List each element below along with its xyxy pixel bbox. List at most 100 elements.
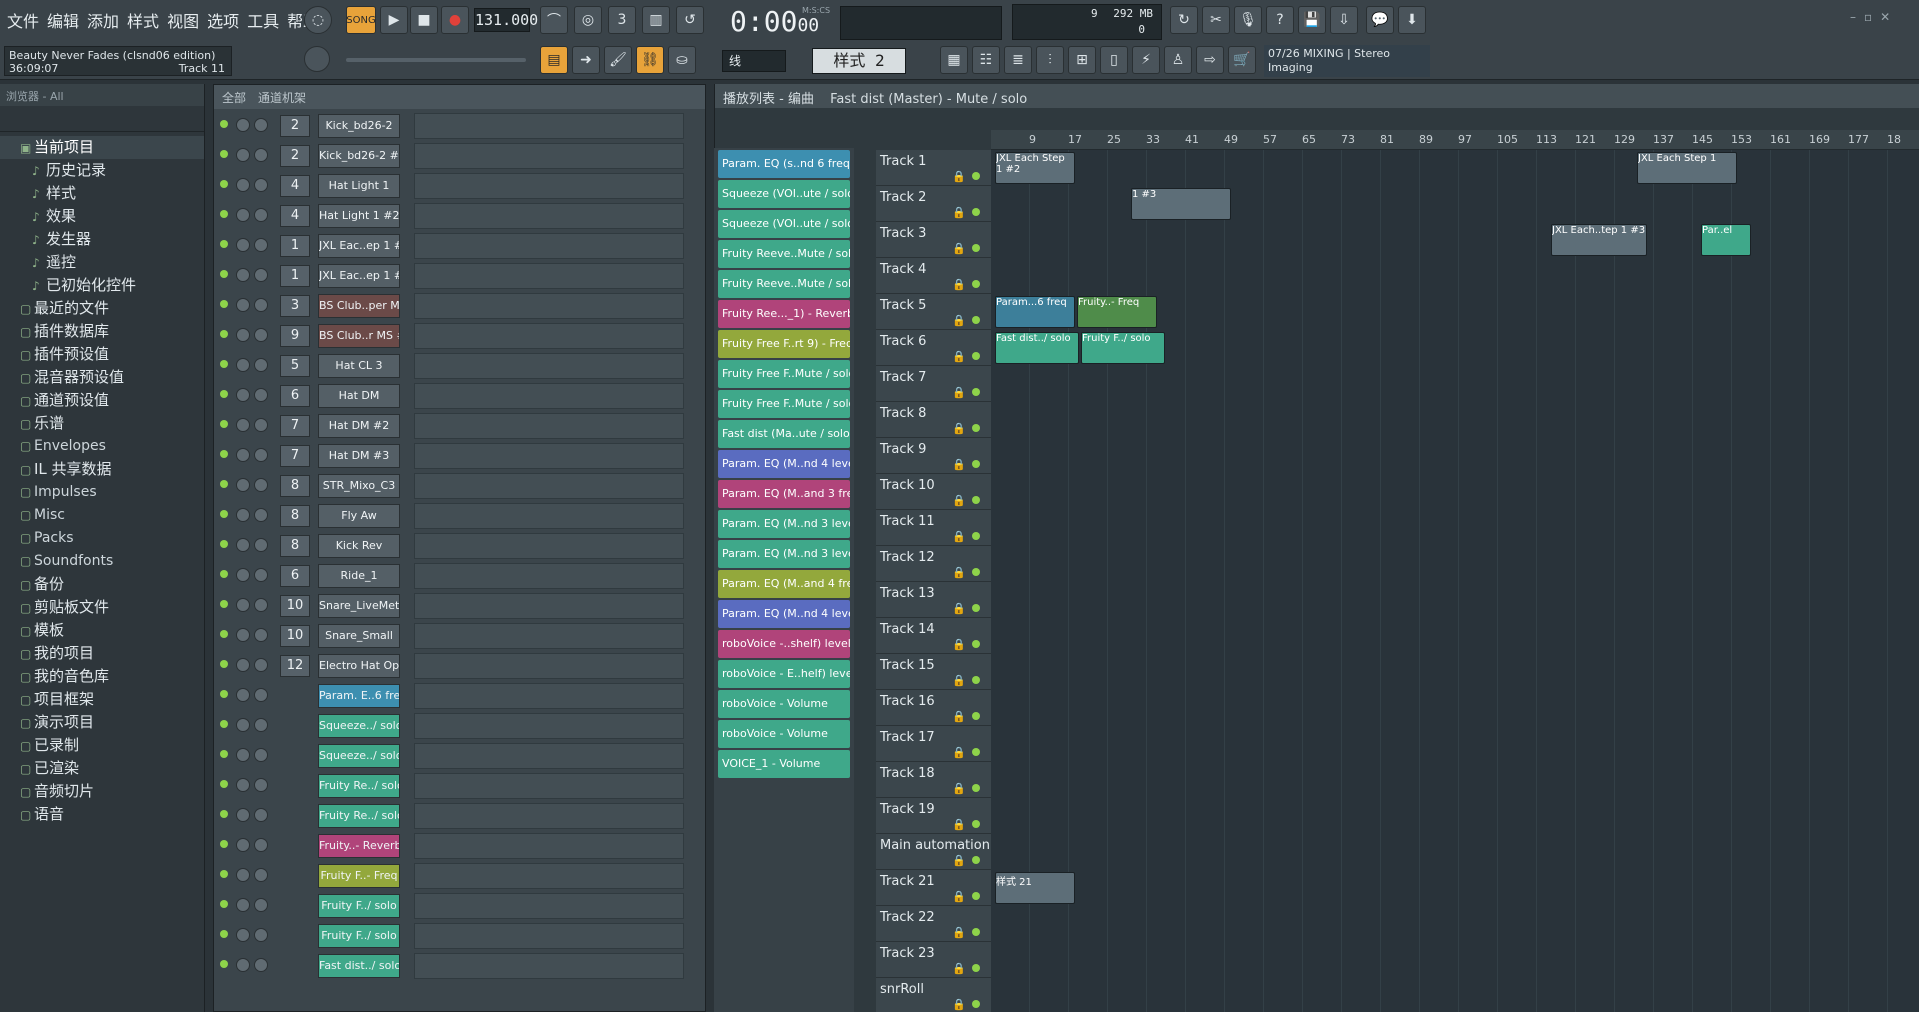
channel-pan-knob[interactable] <box>236 598 250 612</box>
channel-row[interactable]: 8 Kick Rev <box>214 531 707 561</box>
master-volume-knob[interactable] <box>304 46 330 72</box>
channel-name-button[interactable]: Squeeze../ solo <box>318 714 400 738</box>
channel-pan-knob[interactable] <box>236 208 250 222</box>
track-header[interactable]: Track 23 🔒 <box>876 942 991 978</box>
channel-mute-led[interactable] <box>220 840 228 848</box>
channel-pan-knob[interactable] <box>236 298 250 312</box>
channel-step-area[interactable] <box>414 263 684 289</box>
browser-item[interactable]: ▢ 演示项目 <box>0 711 204 734</box>
channel-volume-knob[interactable] <box>254 778 268 792</box>
channel-row[interactable]: Fruity F../ solo <box>214 921 707 951</box>
browser-item[interactable]: ♪ 发生器 <box>0 228 204 251</box>
track-header[interactable]: Track 5 🔒 <box>876 294 991 330</box>
channel-step-area[interactable] <box>414 773 684 799</box>
loop-record-icon[interactable]: ↺ <box>676 6 704 34</box>
automation-clip-item[interactable]: VOICE_1 - Volume <box>718 750 850 778</box>
channel-pan-knob[interactable] <box>236 718 250 732</box>
arrow-tool-icon[interactable]: ➜ <box>572 46 600 74</box>
browser-icon[interactable]: ⊞ <box>1068 46 1096 74</box>
rack-filter[interactable]: 全部 <box>222 89 246 105</box>
browser-item[interactable]: ▢ 我的项目 <box>0 642 204 665</box>
channel-volume-knob[interactable] <box>254 328 268 342</box>
channel-volume-knob[interactable] <box>254 718 268 732</box>
channel-pan-knob[interactable] <box>236 418 250 432</box>
channel-mute-led[interactable] <box>220 330 228 338</box>
cut-icon[interactable]: ✂ <box>1202 6 1230 34</box>
channel-mute-led[interactable] <box>220 810 228 818</box>
mixer-icon[interactable]: ☷ <box>972 46 1000 74</box>
browser-item[interactable]: ♪ 样式 <box>0 182 204 205</box>
channel-volume-knob[interactable] <box>254 628 268 642</box>
track-enable-led[interactable] <box>972 748 980 756</box>
track-header[interactable]: Track 10 🔒 <box>876 474 991 510</box>
browser-item[interactable]: ▢ 已录制 <box>0 734 204 757</box>
channel-mute-led[interactable] <box>220 150 228 158</box>
channel-step-area[interactable] <box>414 383 684 409</box>
playlist-clip[interactable]: JXL Each..tep 1 #3 <box>1551 224 1647 256</box>
channel-name-button[interactable]: Fruity F../ solo <box>318 924 400 948</box>
track-enable-led[interactable] <box>972 604 980 612</box>
channel-name-button[interactable]: Fruity..- Reverb <box>318 834 400 858</box>
channel-pan-knob[interactable] <box>236 688 250 702</box>
automation-clip-item[interactable]: roboVoice - Volume <box>718 720 850 748</box>
menu-tools[interactable]: 工具 <box>244 8 282 32</box>
browser-item[interactable]: ▢ 我的音色库 <box>0 665 204 688</box>
channel-mute-led[interactable] <box>220 900 228 908</box>
channel-mute-led[interactable] <box>220 210 228 218</box>
channel-mute-led[interactable] <box>220 570 228 578</box>
browser-item[interactable]: ▣ 当前项目 <box>0 136 204 159</box>
channel-pan-knob[interactable] <box>236 448 250 462</box>
channel-name-button[interactable]: Hat DM <box>318 384 400 408</box>
chat-icon[interactable]: 💬 <box>1366 6 1394 34</box>
mic-icon[interactable]: 🎙 <box>1234 6 1262 34</box>
automation-clip-item[interactable]: Squeeze (VOI..ute / solo <box>718 210 850 238</box>
channel-name-button[interactable]: Kick_bd26-2 #2 <box>318 144 400 168</box>
track-header[interactable]: Track 21 🔒 <box>876 870 991 906</box>
brush-tool-icon[interactable]: 🖌 <box>604 46 632 74</box>
channel-row[interactable]: 12 Electro Hat Op 1 <box>214 651 707 681</box>
track-enable-led[interactable] <box>972 784 980 792</box>
channel-mute-led[interactable] <box>220 960 228 968</box>
track-header[interactable]: snrRoll 🔒 <box>876 978 991 1012</box>
channel-pan-knob[interactable] <box>236 238 250 252</box>
channel-pan-knob[interactable] <box>236 778 250 792</box>
channel-step-area[interactable] <box>414 683 684 709</box>
channel-volume-knob[interactable] <box>254 448 268 462</box>
channel-row[interactable]: 10 Snare_Small <box>214 621 707 651</box>
track-enable-led[interactable] <box>972 856 980 864</box>
automation-clip-item[interactable]: Fruity Reeve..Mute / solo <box>718 240 850 268</box>
channel-row[interactable]: Squeeze../ solo <box>214 711 707 741</box>
channel-step-area[interactable] <box>414 803 684 829</box>
browser-item[interactable]: ▢ 混音器预设值 <box>0 366 204 389</box>
browser-item[interactable]: ▢ Impulses <box>0 481 204 504</box>
channel-row[interactable]: 8 STR_Mixo_C3 <box>214 471 707 501</box>
automation-clip-item[interactable]: Param. EQ (M..nd 4 level <box>718 450 850 478</box>
channel-row[interactable]: 8 Fly Aw <box>214 501 707 531</box>
mixer-sliders-icon[interactable]: ⫶ <box>1036 46 1064 74</box>
browser-item[interactable]: ▢ Packs <box>0 527 204 550</box>
channel-volume-knob[interactable] <box>254 958 268 972</box>
channel-pan-knob[interactable] <box>236 388 250 402</box>
channel-mute-led[interactable] <box>220 600 228 608</box>
channel-pan-knob[interactable] <box>236 658 250 672</box>
channel-mixer-track[interactable]: 4 <box>280 175 310 197</box>
channel-pan-knob[interactable] <box>236 628 250 642</box>
step-edit-icon[interactable]: ▥ <box>642 6 670 34</box>
channel-name-button[interactable]: Param. E..6 freq <box>318 684 400 708</box>
channel-volume-knob[interactable] <box>254 418 268 432</box>
automation-clip-item[interactable]: Fruity Free F..rt 9) - Freq <box>718 330 850 358</box>
browser-item[interactable]: ♪ 已初始化控件 <box>0 274 204 297</box>
channel-step-area[interactable] <box>414 473 684 499</box>
track-header[interactable]: Track 7 🔒 <box>876 366 991 402</box>
lock-icon[interactable]: 🔒 <box>952 242 966 255</box>
browser-item[interactable]: ▢ Envelopes <box>0 435 204 458</box>
channel-mute-led[interactable] <box>220 390 228 398</box>
track-header[interactable]: Track 2 🔒 <box>876 186 991 222</box>
lock-icon[interactable]: 🔒 <box>952 170 966 183</box>
lock-icon[interactable]: 🔒 <box>952 530 966 543</box>
channel-row[interactable]: Param. E..6 freq <box>214 681 707 711</box>
lock-icon[interactable]: 🔒 <box>952 854 966 867</box>
track-enable-led[interactable] <box>972 460 980 468</box>
browser-item[interactable]: ▢ 剪贴板文件 <box>0 596 204 619</box>
channel-volume-knob[interactable] <box>254 658 268 672</box>
